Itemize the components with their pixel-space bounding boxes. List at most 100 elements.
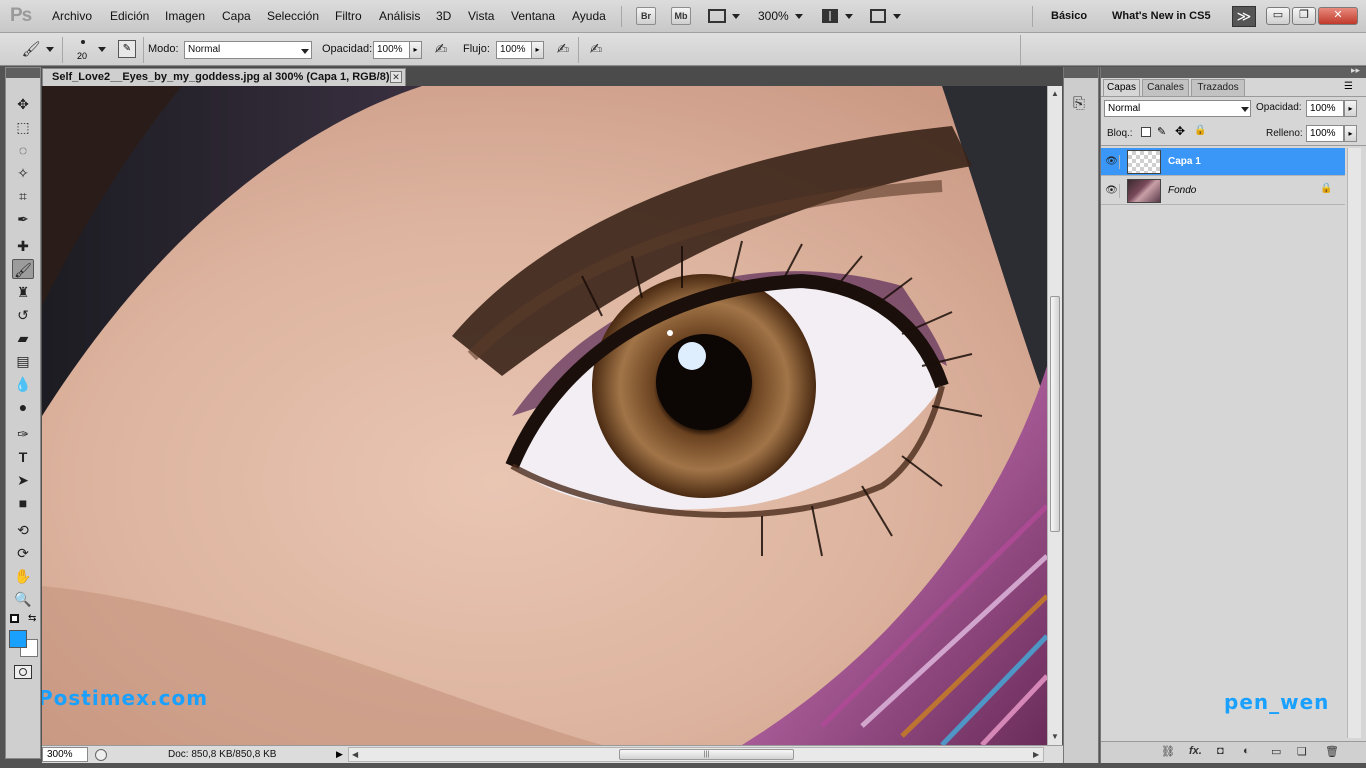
type-icon[interactable]: T	[12, 447, 34, 467]
layer-opacity-field[interactable]: 100%	[1306, 100, 1344, 117]
status-zoom-field[interactable]: 300%	[42, 747, 88, 762]
menu-analisis[interactable]: Análisis	[379, 9, 420, 23]
quick-mask-icon[interactable]	[14, 665, 32, 679]
add-mask-icon[interactable]: ◘	[1217, 745, 1224, 757]
chevron-down-icon[interactable]	[732, 14, 740, 19]
more-workspaces-icon[interactable]: ≫	[1232, 6, 1256, 27]
arrange-documents-icon[interactable]	[822, 9, 838, 23]
tools-panel-header[interactable]	[6, 68, 40, 78]
lock-pixels-icon[interactable]: ✎	[1157, 125, 1166, 138]
mini-bridge-button[interactable]: Mb	[671, 7, 691, 25]
brush-panel-icon[interactable]: ✎	[118, 40, 136, 58]
fill-stepper[interactable]: ▸	[1344, 125, 1357, 142]
panel-header[interactable]: ▸▸	[1101, 65, 1366, 78]
menu-archivo[interactable]: Archivo	[52, 9, 92, 23]
workspace-whats-new[interactable]: What's New in CS5	[1112, 10, 1211, 22]
chevron-down-icon[interactable]	[46, 47, 54, 52]
layer-style-icon[interactable]: fx.	[1189, 745, 1202, 757]
menu-capa[interactable]: Capa	[222, 9, 251, 23]
tab-canales[interactable]: Canales	[1142, 79, 1189, 96]
menu-seleccion[interactable]: Selección	[267, 9, 319, 23]
shape-icon[interactable]: ■	[12, 493, 34, 513]
status-info-icon[interactable]	[95, 749, 107, 761]
brush-icon[interactable]: 🖌	[12, 259, 34, 279]
3d-rotate-icon[interactable]: ⟲	[12, 520, 34, 540]
flow-field[interactable]: 100%	[496, 41, 533, 59]
collapse-panel-icon[interactable]: ▸▸	[1351, 65, 1360, 76]
new-layer-icon[interactable]: ❏	[1297, 745, 1307, 758]
opacity-stepper[interactable]: ▸	[409, 41, 422, 59]
chevron-down-icon[interactable]	[845, 14, 853, 19]
chevron-down-icon[interactable]	[795, 14, 803, 19]
document-tab[interactable]: Self_Love2__Eyes_by_my_goddess.jpg al 30…	[42, 68, 406, 86]
scroll-left-icon[interactable]: ◀	[352, 750, 358, 759]
zoom-level[interactable]: 300%	[758, 9, 789, 23]
vertical-scroll-thumb[interactable]	[1050, 296, 1060, 532]
eyedropper-icon[interactable]: ✒	[12, 209, 34, 229]
menu-imagen[interactable]: Imagen	[165, 9, 205, 23]
vertical-scrollbar[interactable]: ▲ ▼	[1047, 86, 1062, 745]
3d-orbit-icon[interactable]: ⟳	[12, 543, 34, 563]
link-layers-icon[interactable]: ⛓	[1161, 745, 1175, 758]
swap-colors-icon[interactable]: ⇆	[28, 613, 36, 624]
document-canvas[interactable]: Postimex.com	[42, 86, 1047, 745]
quick-select-icon[interactable]: ✧	[12, 163, 34, 183]
extras-icon[interactable]	[708, 9, 726, 23]
menu-3d[interactable]: 3D	[436, 9, 451, 23]
foreground-color-swatch[interactable]	[9, 630, 27, 648]
brush-size[interactable]: 20	[77, 51, 87, 61]
horizontal-scroll-thumb[interactable]: |||	[619, 749, 794, 760]
tablet-pressure-size-icon[interactable]: ✍	[585, 39, 607, 61]
layer-opacity-stepper[interactable]: ▸	[1344, 100, 1357, 117]
chevron-down-icon[interactable]	[98, 47, 106, 52]
lock-transparency-icon[interactable]	[1141, 127, 1151, 137]
minimize-button[interactable]: ▭	[1266, 7, 1290, 25]
layer-row-fondo[interactable]: 👁 Fondo 🔒	[1101, 177, 1345, 205]
crop-icon[interactable]: ⌗	[12, 186, 34, 206]
default-colors-icon[interactable]	[10, 614, 19, 623]
tab-capas[interactable]: Capas	[1103, 79, 1140, 96]
adjustment-layer-icon[interactable]: ◐	[1243, 745, 1250, 757]
move-icon[interactable]: ✥	[12, 94, 34, 114]
history-brush-icon[interactable]: ↺	[12, 305, 34, 325]
visibility-eye-icon[interactable]: 👁	[1104, 155, 1120, 169]
close-tab-icon[interactable]: ✕	[390, 71, 402, 83]
blend-mode-select[interactable]: Normal	[1104, 100, 1251, 117]
dock-header[interactable]	[1064, 67, 1098, 78]
clone-stamp-icon[interactable]: ♜	[12, 282, 34, 302]
menu-edicion[interactable]: Edición	[110, 9, 149, 23]
horizontal-scrollbar[interactable]: ◀ ||| ▶	[348, 747, 1044, 762]
tablet-pressure-opacity-icon[interactable]: ✍	[430, 39, 452, 61]
lock-position-icon[interactable]: ✥	[1175, 124, 1185, 138]
layers-scrollbar[interactable]	[1347, 148, 1361, 738]
mode-select[interactable]: Normal	[184, 41, 312, 59]
new-group-icon[interactable]: ▭	[1271, 745, 1281, 758]
bridge-button[interactable]: Br	[636, 7, 656, 25]
restore-button[interactable]: ❐	[1292, 7, 1316, 25]
scroll-down-icon[interactable]: ▼	[1051, 732, 1059, 741]
eraser-icon[interactable]: ▰	[12, 328, 34, 348]
lock-all-icon[interactable]: 🔒	[1194, 125, 1206, 136]
chevron-down-icon[interactable]	[893, 14, 901, 19]
lasso-icon[interactable]: ◌	[12, 140, 34, 160]
marquee-icon[interactable]: ⬚	[12, 117, 34, 137]
menu-filtro[interactable]: Filtro	[335, 9, 362, 23]
flow-stepper[interactable]: ▸	[531, 41, 544, 59]
healing-brush-icon[interactable]: ✚	[12, 236, 34, 256]
dodge-icon[interactable]: ●	[12, 397, 34, 417]
gradient-icon[interactable]: ▤	[12, 351, 34, 371]
zoom-icon[interactable]: 🔍	[12, 589, 34, 609]
path-select-icon[interactable]: ➤	[12, 470, 34, 490]
airbrush-icon[interactable]: ✍	[552, 39, 574, 61]
blur-icon[interactable]: 💧	[12, 374, 34, 394]
tab-trazados[interactable]: Trazados	[1191, 79, 1245, 96]
hand-icon[interactable]: ✋	[12, 566, 34, 586]
scroll-up-icon[interactable]: ▲	[1051, 89, 1059, 98]
menu-ayuda[interactable]: Ayuda	[572, 9, 606, 23]
screen-mode-icon[interactable]	[870, 9, 886, 23]
menu-ventana[interactable]: Ventana	[511, 9, 555, 23]
close-button[interactable]: ✕	[1318, 7, 1358, 25]
history-panel-icon[interactable]: ⎘	[1073, 95, 1085, 112]
scroll-right-icon[interactable]: ▶	[1033, 750, 1039, 759]
menu-vista[interactable]: Vista	[468, 9, 494, 23]
